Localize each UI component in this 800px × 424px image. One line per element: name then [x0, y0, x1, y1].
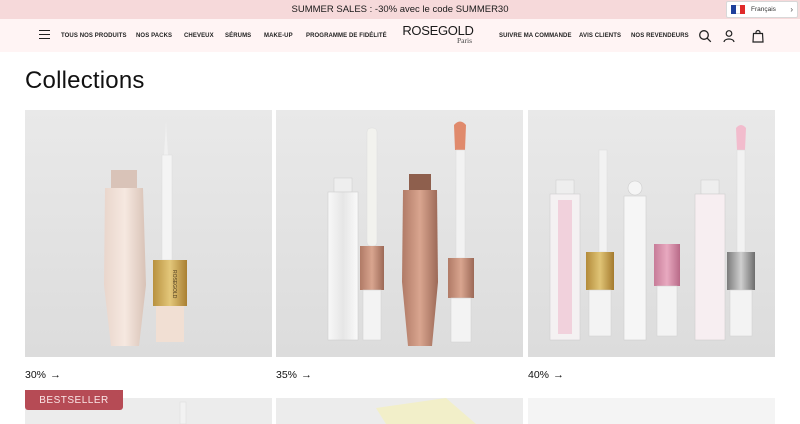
nav-track-order[interactable]: SUIVRE MA COMMANDE — [499, 33, 572, 39]
language-selector[interactable]: Français › — [726, 1, 798, 18]
collection-card-35[interactable]: 35% → — [276, 110, 523, 381]
page-title: Collections — [25, 67, 145, 94]
collection-card-30[interactable]: ROSEGOLD 30% → — [25, 110, 272, 381]
bestseller-badge: BESTSELLER — [25, 390, 123, 410]
account-icon[interactable] — [722, 29, 736, 43]
arrow-right-icon: → — [553, 369, 565, 381]
menu-icon[interactable] — [39, 30, 50, 39]
nav-hair[interactable]: CHEVEUX — [184, 33, 214, 39]
arrow-right-icon: → — [301, 369, 313, 381]
logo[interactable]: ROSEGOLD Paris — [400, 24, 476, 45]
collection-label-35[interactable]: 35% — [276, 369, 297, 381]
search-icon[interactable] — [698, 29, 712, 43]
logo-city: Paris — [457, 36, 472, 45]
collection-card-40[interactable]: 40% → — [528, 110, 775, 381]
collection-image-35[interactable] — [276, 110, 523, 357]
svg-text:ROSEGOLD: ROSEGOLD — [171, 270, 177, 299]
nav-all-products[interactable]: TOUS NOS PRODUITS — [61, 33, 127, 39]
nav-makeup[interactable]: MAKE-UP — [264, 33, 293, 39]
french-flag-icon — [731, 5, 746, 14]
nav-serums[interactable]: SÉRUMS — [225, 33, 251, 39]
collection-image-30[interactable]: ROSEGOLD — [25, 110, 272, 357]
collection-image-40[interactable] — [528, 110, 775, 357]
bag-icon[interactable] — [751, 29, 765, 43]
product-card-partial[interactable] — [276, 398, 523, 424]
nav-reviews[interactable]: AVIS CLIENTS — [579, 33, 621, 39]
nav-loyalty-program[interactable]: PROGRAMME DE FIDÉLITÉ — [306, 33, 387, 39]
language-label: Français — [751, 6, 776, 13]
chevron-right-icon: › — [790, 5, 793, 14]
collection-label-30[interactable]: 30% — [25, 369, 46, 381]
nav-resellers[interactable]: NOS REVENDEURS — [631, 33, 689, 39]
collection-label-40[interactable]: 40% — [528, 369, 549, 381]
nav-packs[interactable]: NOS PACKS — [136, 33, 172, 39]
announcement-bar: SUMMER SALES : -30% avec le code SUMMER3… — [0, 0, 800, 19]
site-header: TOUS NOS PRODUITS NOS PACKS CHEVEUX SÉRU… — [0, 19, 800, 52]
arrow-right-icon: → — [50, 369, 62, 381]
announcement-text: SUMMER SALES : -30% avec le code SUMMER3… — [291, 4, 509, 15]
product-card-partial[interactable] — [528, 398, 775, 424]
